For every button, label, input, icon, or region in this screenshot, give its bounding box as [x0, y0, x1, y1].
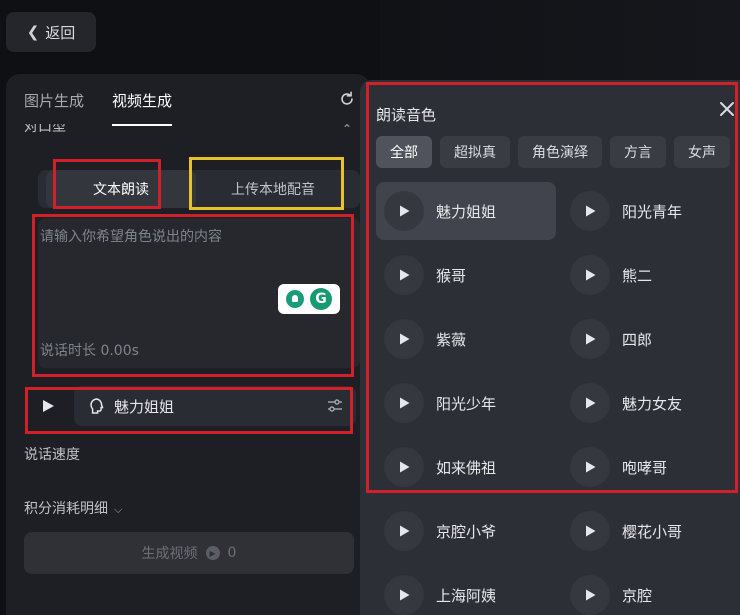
- voice-name: 阳光少年: [436, 394, 497, 413]
- voice-name: 魅力女友: [622, 394, 683, 413]
- play-icon[interactable]: [570, 447, 610, 487]
- voice-name: 上海阿姨: [436, 586, 497, 605]
- video-generation-panel: 图片生成 视频生成 对口型 ⌃ 文本朗读 上传本地配音 请输入你希望角色说出的内…: [6, 74, 370, 615]
- voice-name: 樱花小哥: [622, 522, 683, 541]
- voice-preview-button[interactable]: [28, 386, 68, 426]
- chevron-down-icon: ⌵: [114, 503, 123, 516]
- voice-name: 京腔小爷: [436, 522, 497, 541]
- voice-item[interactable]: 樱花小哥: [562, 502, 740, 560]
- voice-row: 魅力姐姐: [28, 386, 358, 426]
- voice-selector[interactable]: 魅力姐姐: [74, 386, 356, 426]
- voice-name: 紫薇: [436, 330, 467, 349]
- play-icon[interactable]: [384, 255, 424, 295]
- refresh-icon[interactable]: [338, 90, 356, 108]
- voice-name: 魅力姐姐: [436, 202, 497, 221]
- voice-category-tabs: 全部 超拟真 角色演绎 方言 女声: [376, 136, 730, 168]
- play-icon[interactable]: [570, 255, 610, 295]
- bulb-icon: [286, 290, 304, 308]
- section-title: 对口型: [24, 124, 66, 134]
- back-label: 返回: [45, 23, 76, 42]
- close-icon[interactable]: [718, 100, 736, 118]
- audio-mode-switch: 文本朗读 上传本地配音: [38, 170, 360, 208]
- play-icon[interactable]: [384, 383, 424, 423]
- play-icon[interactable]: [384, 511, 424, 551]
- voice-item[interactable]: 魅力姐姐: [376, 182, 556, 240]
- voice-item[interactable]: 熊二: [562, 246, 740, 304]
- voice-head-icon: [90, 398, 104, 414]
- speech-text-placeholder: 请输入你希望角色说出的内容: [40, 229, 222, 245]
- generate-cost: 0: [227, 545, 237, 561]
- chevron-left-icon: ❮: [26, 23, 40, 41]
- voice-item[interactable]: 阳光青年: [562, 182, 740, 240]
- play-icon[interactable]: [570, 383, 610, 423]
- voice-item[interactable]: 四郎: [562, 310, 740, 368]
- voice-item[interactable]: 紫薇: [376, 310, 556, 368]
- voice-name: 四郎: [622, 330, 653, 349]
- speech-duration: 说话时长 0.00s: [40, 343, 139, 359]
- category-hyperreal[interactable]: 超拟真: [440, 136, 510, 168]
- play-icon[interactable]: [384, 191, 424, 231]
- play-icon[interactable]: [570, 191, 610, 231]
- category-character[interactable]: 角色演绎: [518, 136, 602, 168]
- play-icon[interactable]: [384, 447, 424, 487]
- sliders-icon[interactable]: [326, 397, 344, 415]
- category-female[interactable]: 女声: [674, 136, 730, 168]
- grammarly-logo-icon: G: [310, 288, 332, 310]
- category-dialect[interactable]: 方言: [610, 136, 666, 168]
- speech-text-input[interactable]: 请输入你希望角色说出的内容 G 说话时长 0.00s: [38, 218, 360, 368]
- voice-name: 阳光青年: [622, 202, 683, 221]
- voice-item[interactable]: 咆哮哥: [562, 438, 740, 496]
- back-button[interactable]: ❮ 返回: [6, 12, 96, 52]
- points-coin-icon: ▶: [205, 546, 220, 560]
- points-details-toggle[interactable]: 积分消耗明细 ⌵: [24, 498, 122, 518]
- voice-item[interactable]: 如来佛祖: [376, 438, 556, 496]
- voice-item[interactable]: 猴哥: [376, 246, 556, 304]
- play-icon[interactable]: [570, 511, 610, 551]
- generate-label: 生成视频: [141, 546, 198, 562]
- voice-item[interactable]: 魅力女友: [562, 374, 740, 432]
- play-icon[interactable]: [384, 319, 424, 359]
- chevron-up-icon[interactable]: ⌃: [342, 122, 352, 136]
- voice-item[interactable]: 京腔小爷: [376, 502, 556, 560]
- speech-speed-label: 说话速度: [24, 447, 80, 463]
- voice-item[interactable]: 上海阿姨: [376, 566, 556, 615]
- generation-tabs: 图片生成 视频生成: [24, 90, 173, 126]
- voice-picker-panel: 朗读音色 全部 超拟真 角色演绎 方言 女声 魅力姐姐 阳光青年猴哥 熊二紫薇 四郎阳…: [360, 80, 740, 615]
- play-icon[interactable]: [570, 575, 610, 615]
- tab-image-generation[interactable]: 图片生成: [24, 90, 84, 124]
- voice-name: 熊二: [622, 266, 653, 285]
- voice-picker-title: 朗读音色: [376, 106, 437, 124]
- selected-voice-label: 魅力姐姐: [114, 397, 175, 416]
- generate-video-button[interactable]: 生成视频 ▶ 0: [24, 532, 354, 574]
- upload-audio-tab[interactable]: 上传本地配音: [198, 170, 348, 208]
- voice-item[interactable]: 京腔: [562, 566, 740, 615]
- voice-name: 京腔: [622, 586, 653, 605]
- play-icon[interactable]: [384, 575, 424, 615]
- voice-name: 猴哥: [436, 266, 467, 285]
- play-icon: [43, 400, 54, 412]
- play-icon[interactable]: [570, 319, 610, 359]
- text-to-speech-tab[interactable]: 文本朗读: [46, 170, 196, 208]
- tab-video-generation[interactable]: 视频生成: [112, 90, 173, 126]
- voice-item[interactable]: 阳光少年: [376, 374, 556, 432]
- voice-name: 咆哮哥: [622, 458, 668, 477]
- background-glow: [380, 0, 740, 90]
- category-all[interactable]: 全部: [376, 136, 432, 168]
- grammarly-widget[interactable]: G: [278, 284, 340, 314]
- voice-name: 如来佛祖: [436, 458, 497, 477]
